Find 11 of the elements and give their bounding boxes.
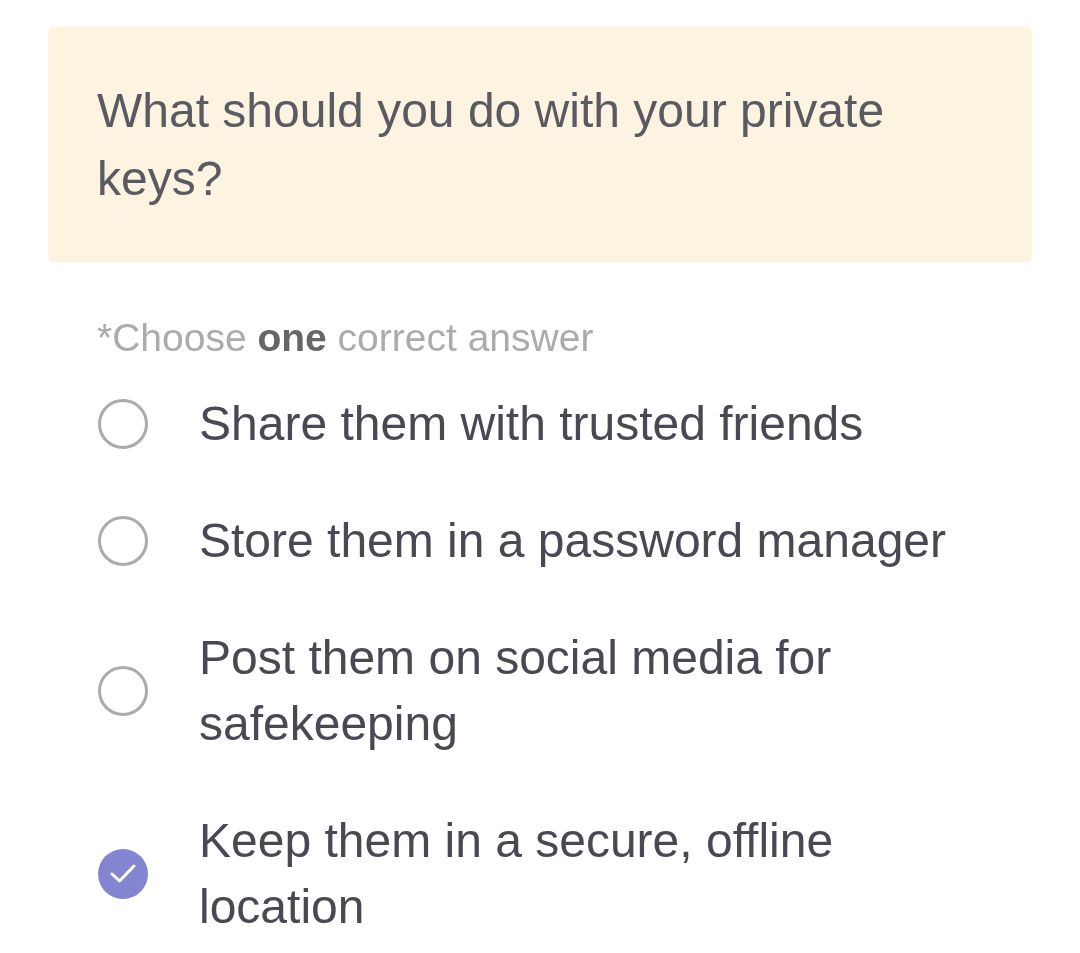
- option-label: Post them on social media for safekeeping: [199, 630, 833, 752]
- radio-button[interactable]: [98, 849, 148, 899]
- check-icon: [110, 864, 136, 884]
- option-label: Share them with trusted friends: [199, 396, 864, 452]
- instruction-text: *Choose one correct answer: [97, 315, 595, 361]
- radio-button[interactable]: [98, 516, 148, 566]
- question-text: What should you do with your private keys?: [97, 83, 886, 207]
- option-label: Store them in a password manager: [199, 513, 947, 569]
- radio-button[interactable]: [98, 399, 148, 449]
- radio-button[interactable]: [98, 666, 148, 716]
- option-label: Keep them in a secure, offline location: [199, 813, 835, 935]
